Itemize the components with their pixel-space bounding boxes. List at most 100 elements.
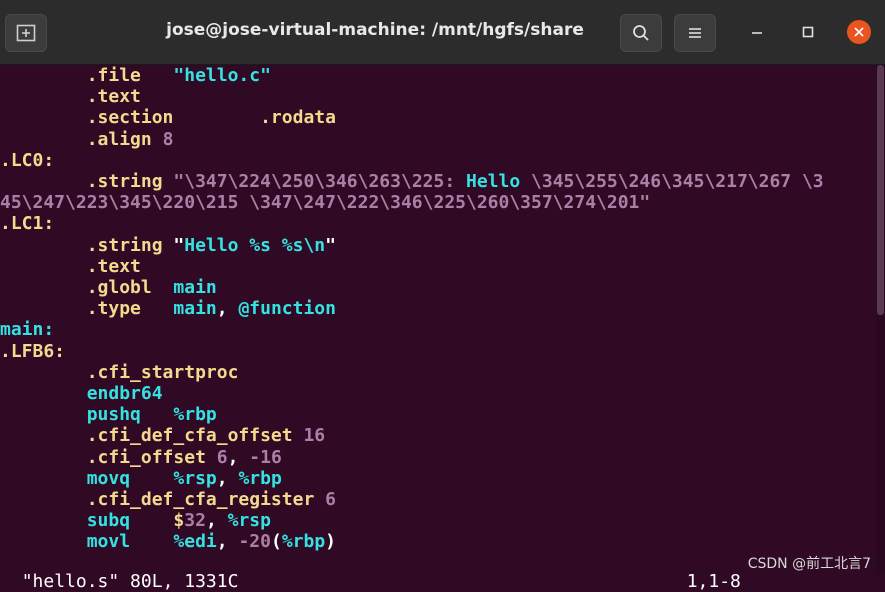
terminal-line: endbr64: [0, 383, 163, 404]
terminal-token: %rbp: [282, 531, 325, 552]
csdn-watermark: CSDN @前工北言7: [748, 553, 871, 573]
terminal-line: .LC1:: [0, 213, 54, 234]
new-tab-icon: [16, 24, 36, 42]
terminal-token: Hello %s %s: [184, 235, 303, 256]
terminal-token: Hello: [466, 171, 531, 192]
terminal-token: main: [173, 298, 216, 319]
terminal-token: endbr64: [87, 383, 163, 404]
terminal-token: .cfi_startproc: [87, 362, 239, 383]
terminal-token: -16: [249, 447, 282, 468]
terminal-token: 6: [325, 489, 336, 510]
terminal-token: .cfi_def_cfa_register: [87, 489, 325, 510]
terminal-token: 45\247\223\345\220\215 \347\247\222\346\…: [0, 192, 650, 213]
terminal-token: .LFB6:: [0, 341, 65, 362]
terminal-token: [0, 171, 87, 192]
menu-button[interactable]: [674, 14, 716, 52]
vim-status-file: "hello.s" 80L, 1331C: [0, 550, 238, 571]
terminal-token: [0, 86, 87, 107]
close-button[interactable]: [846, 19, 872, 45]
terminal-token: ,: [228, 447, 250, 468]
terminal-line: subq $32, %rsp: [0, 510, 271, 531]
terminal-token: ": [173, 235, 184, 256]
terminal-line: main:: [0, 319, 54, 340]
terminal-scrollbar[interactable]: [876, 65, 885, 575]
terminal-token: main: [173, 277, 216, 298]
terminal-token: [0, 298, 87, 319]
terminal-token: [0, 404, 87, 425]
new-tab-button[interactable]: [5, 14, 47, 52]
terminal-token: 16: [303, 425, 325, 446]
maximize-icon: [801, 25, 815, 39]
terminal-token: [0, 425, 87, 446]
terminal-token: .section: [87, 107, 260, 128]
minimize-button[interactable]: [744, 19, 770, 45]
terminal-token: %rbp: [173, 404, 216, 425]
terminal-token: %rsp: [228, 510, 271, 531]
titlebar: jose@jose-virtual-machine: /mnt/hgfs/sha…: [0, 0, 885, 65]
terminal-line: .cfi_startproc: [0, 362, 238, 383]
terminal-token: 32: [184, 510, 206, 531]
terminal-token: @function: [238, 298, 336, 319]
terminal-token: .LC1:: [0, 213, 54, 234]
terminal-line: .LFB6:: [0, 341, 65, 362]
terminal-token: .cfi_offset: [87, 447, 217, 468]
terminal-line: .file "hello.c": [0, 65, 271, 86]
status-cursor-position: 1,1-8: [687, 571, 741, 592]
vim-status-position: 1,1-8: [665, 550, 741, 571]
terminal-line: .type main, @function: [0, 298, 336, 319]
terminal-line: .LC0:: [0, 150, 54, 171]
terminal-token: .text: [87, 256, 141, 277]
terminal-token: .rodata: [260, 107, 336, 128]
terminal-token: [0, 129, 87, 150]
search-button[interactable]: [620, 14, 662, 52]
hamburger-menu-icon: [687, 26, 703, 40]
terminal-token: ): [325, 531, 336, 552]
minimize-icon: [750, 25, 764, 39]
status-file-info: "hello.s" 80L, 1331C: [22, 571, 239, 592]
scrollbar-thumb[interactable]: [877, 65, 884, 315]
terminal-text-area[interactable]: .file "hello.c" .text .section .rodata .…: [0, 65, 876, 575]
terminal-token: 6: [217, 447, 228, 468]
terminal-token: \n: [303, 235, 325, 256]
terminal-token: .type: [87, 298, 174, 319]
terminal-token: ,: [217, 468, 239, 489]
terminal-token: .cfi_def_cfa_offset: [87, 425, 304, 446]
terminal-token: [0, 362, 87, 383]
terminal-line: movq %rsp, %rbp: [0, 468, 282, 489]
terminal-token: [0, 468, 87, 489]
terminal-token: %rsp: [173, 468, 216, 489]
terminal-token: [0, 235, 87, 256]
terminal-token: \345\255\246\345\217\267 \3: [531, 171, 824, 192]
search-icon: [632, 24, 650, 42]
terminal-token: [0, 489, 87, 510]
maximize-button[interactable]: [795, 19, 821, 45]
window-title: jose@jose-virtual-machine: /mnt/hgfs/sha…: [160, 20, 590, 40]
terminal-token: [0, 277, 87, 298]
terminal-token: movq: [87, 468, 174, 489]
terminal-token: main:: [0, 319, 54, 340]
terminal-token: %rbp: [238, 468, 281, 489]
terminal-token: .string: [87, 171, 174, 192]
close-button-circle: [847, 20, 871, 44]
terminal-token: pushq: [87, 404, 174, 425]
terminal-token: [0, 107, 87, 128]
terminal-line: .cfi_def_cfa_register 6: [0, 489, 336, 510]
terminal-token: .text: [87, 86, 141, 107]
terminal-token: [0, 510, 87, 531]
terminal-token: 8: [163, 129, 174, 150]
terminal-line: pushq %rbp: [0, 404, 217, 425]
terminal-token: .string: [87, 235, 174, 256]
terminal-token: [0, 383, 87, 404]
terminal-token: [0, 256, 87, 277]
terminal-line: .cfi_offset 6, -16: [0, 447, 282, 468]
terminal-token: ,: [217, 298, 239, 319]
terminal-token: ": [325, 235, 336, 256]
terminal-line: 45\247\223\345\220\215 \347\247\222\346\…: [0, 192, 650, 213]
terminal-token: .globl: [87, 277, 174, 298]
terminal-token: (: [271, 531, 282, 552]
terminal-line: .cfi_def_cfa_offset 16: [0, 425, 325, 446]
terminal-token: ,: [206, 510, 228, 531]
terminal-line: .align 8: [0, 129, 173, 150]
terminal-token: -20: [238, 531, 271, 552]
terminal-line: .string "Hello %s %s\n": [0, 235, 336, 256]
